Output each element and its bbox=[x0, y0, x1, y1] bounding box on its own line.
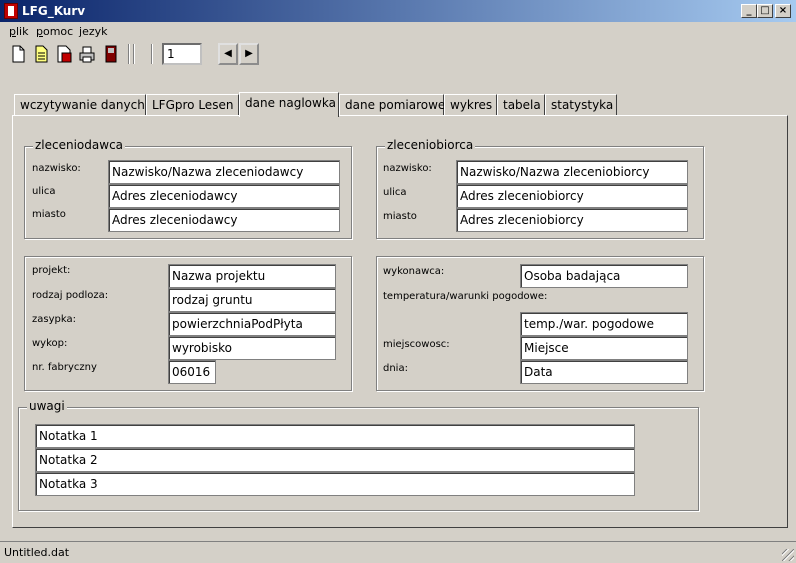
zleceniobiorca-ulica-field[interactable]: Adres zleceniobiorcy bbox=[456, 184, 688, 208]
menu-jezyk[interactable]: jezyk bbox=[79, 25, 107, 38]
wykop-field[interactable]: wyrobisko bbox=[168, 336, 336, 360]
menu-pomoc[interactable]: pomoc bbox=[36, 25, 73, 38]
miejscowosc-field[interactable]: Miejsce bbox=[520, 336, 688, 360]
menu-plik[interactable]: plik bbox=[9, 25, 28, 38]
tab-tabela[interactable]: tabela bbox=[497, 94, 545, 116]
uwagi-note-1[interactable]: Notatka 1 bbox=[35, 424, 635, 448]
app-icon bbox=[4, 3, 18, 19]
zasypka-field[interactable]: powierzchniaPodPłyta bbox=[168, 312, 336, 336]
open-file-icon[interactable] bbox=[33, 45, 49, 63]
resize-grip-icon[interactable] bbox=[782, 549, 794, 561]
tab-lfgpro-lesen[interactable]: LFGpro Lesen bbox=[146, 94, 239, 116]
next-page-button[interactable]: ▶ bbox=[239, 43, 259, 65]
label-miasto: miasto bbox=[383, 211, 417, 222]
label-nazwisko: nazwisko: bbox=[383, 163, 432, 174]
zleceniodawca-ulica-field[interactable]: Adres zleceniodawcy bbox=[108, 184, 340, 208]
window-title: LFG_Kurv bbox=[22, 4, 86, 18]
status-bar: Untitled.dat bbox=[0, 541, 796, 563]
page-number-input[interactable]: 1 bbox=[162, 43, 202, 65]
status-filename: Untitled.dat bbox=[4, 546, 70, 559]
label-ulica: ulica bbox=[32, 186, 56, 197]
group-title: zleceniobiorca bbox=[385, 138, 476, 152]
menu-bar: plik pomoc jezyk bbox=[0, 22, 796, 40]
label-nr-fabryczny: nr. fabryczny bbox=[32, 362, 97, 373]
zleceniodawca-miasto-field[interactable]: Adres zleceniodawcy bbox=[108, 208, 340, 232]
wykonawca-field[interactable]: Osoba badająca bbox=[520, 264, 688, 288]
label-miasto: miasto bbox=[32, 209, 66, 220]
tab-dane-pomiarowe[interactable]: dane pomiarowe bbox=[339, 94, 445, 116]
uwagi-note-2[interactable]: Notatka 2 bbox=[35, 448, 635, 472]
minimize-button[interactable]: _ bbox=[741, 4, 757, 18]
toolbar-separator bbox=[133, 44, 135, 64]
zleceniobiorca-nazwisko-field[interactable]: Nazwisko/Nazwa zleceniobiorcy bbox=[456, 160, 688, 184]
label-dnia: dnia: bbox=[383, 363, 408, 374]
label-wykop: wykop: bbox=[32, 338, 68, 349]
close-button[interactable]: × bbox=[775, 4, 791, 18]
toolbar: 1 ◀ ▶ bbox=[0, 40, 796, 68]
zleceniobiorca-miasto-field[interactable]: Adres zleceniobiorcy bbox=[456, 208, 688, 232]
new-file-icon[interactable] bbox=[10, 45, 26, 63]
label-ulica: ulica bbox=[383, 187, 407, 198]
label-projekt: projekt: bbox=[32, 265, 71, 276]
tab-dane-naglowka[interactable]: dane naglowka bbox=[239, 92, 339, 117]
temperatura-field[interactable]: temp./war. pogodowe bbox=[520, 312, 688, 336]
label-zasypka: zasypka: bbox=[32, 314, 76, 325]
uwagi-note-3[interactable]: Notatka 3 bbox=[35, 472, 635, 496]
label-temperatura: temperatura/warunki pogodowe: bbox=[383, 291, 548, 302]
print-icon[interactable] bbox=[79, 45, 95, 63]
toolbar-separator bbox=[128, 44, 130, 64]
label-nazwisko: nazwisko: bbox=[32, 163, 81, 174]
group-title: zleceniodawca bbox=[33, 138, 126, 152]
label-rodzaj-podloza: rodzaj podloza: bbox=[32, 290, 109, 301]
zleceniodawca-nazwisko-field[interactable]: Nazwisko/Nazwa zleceniodawcy bbox=[108, 160, 340, 184]
rodzaj-podloza-field[interactable]: rodzaj gruntu bbox=[168, 288, 336, 312]
exit-icon[interactable] bbox=[103, 45, 119, 63]
tab-wykres[interactable]: wykres bbox=[444, 94, 497, 116]
nr-fabryczny-field[interactable]: 06016 bbox=[168, 360, 216, 384]
tab-statystyka[interactable]: statystyka bbox=[545, 94, 617, 116]
toolbar-separator bbox=[151, 44, 153, 64]
tab-wczytywanie-danych[interactable]: wczytywanie danych bbox=[14, 94, 146, 116]
group-title: uwagi bbox=[27, 399, 67, 413]
save-file-icon[interactable] bbox=[56, 45, 72, 63]
label-miejscowosc: miejscowosc: bbox=[383, 339, 450, 350]
maximize-button[interactable]: □ bbox=[757, 4, 773, 18]
title-bar: LFG_Kurv _ □ × bbox=[0, 0, 796, 22]
projekt-field[interactable]: Nazwa projektu bbox=[168, 264, 336, 288]
prev-page-button[interactable]: ◀ bbox=[218, 43, 238, 65]
label-wykonawca: wykonawca: bbox=[383, 266, 445, 277]
dnia-field[interactable]: Data bbox=[520, 360, 688, 384]
